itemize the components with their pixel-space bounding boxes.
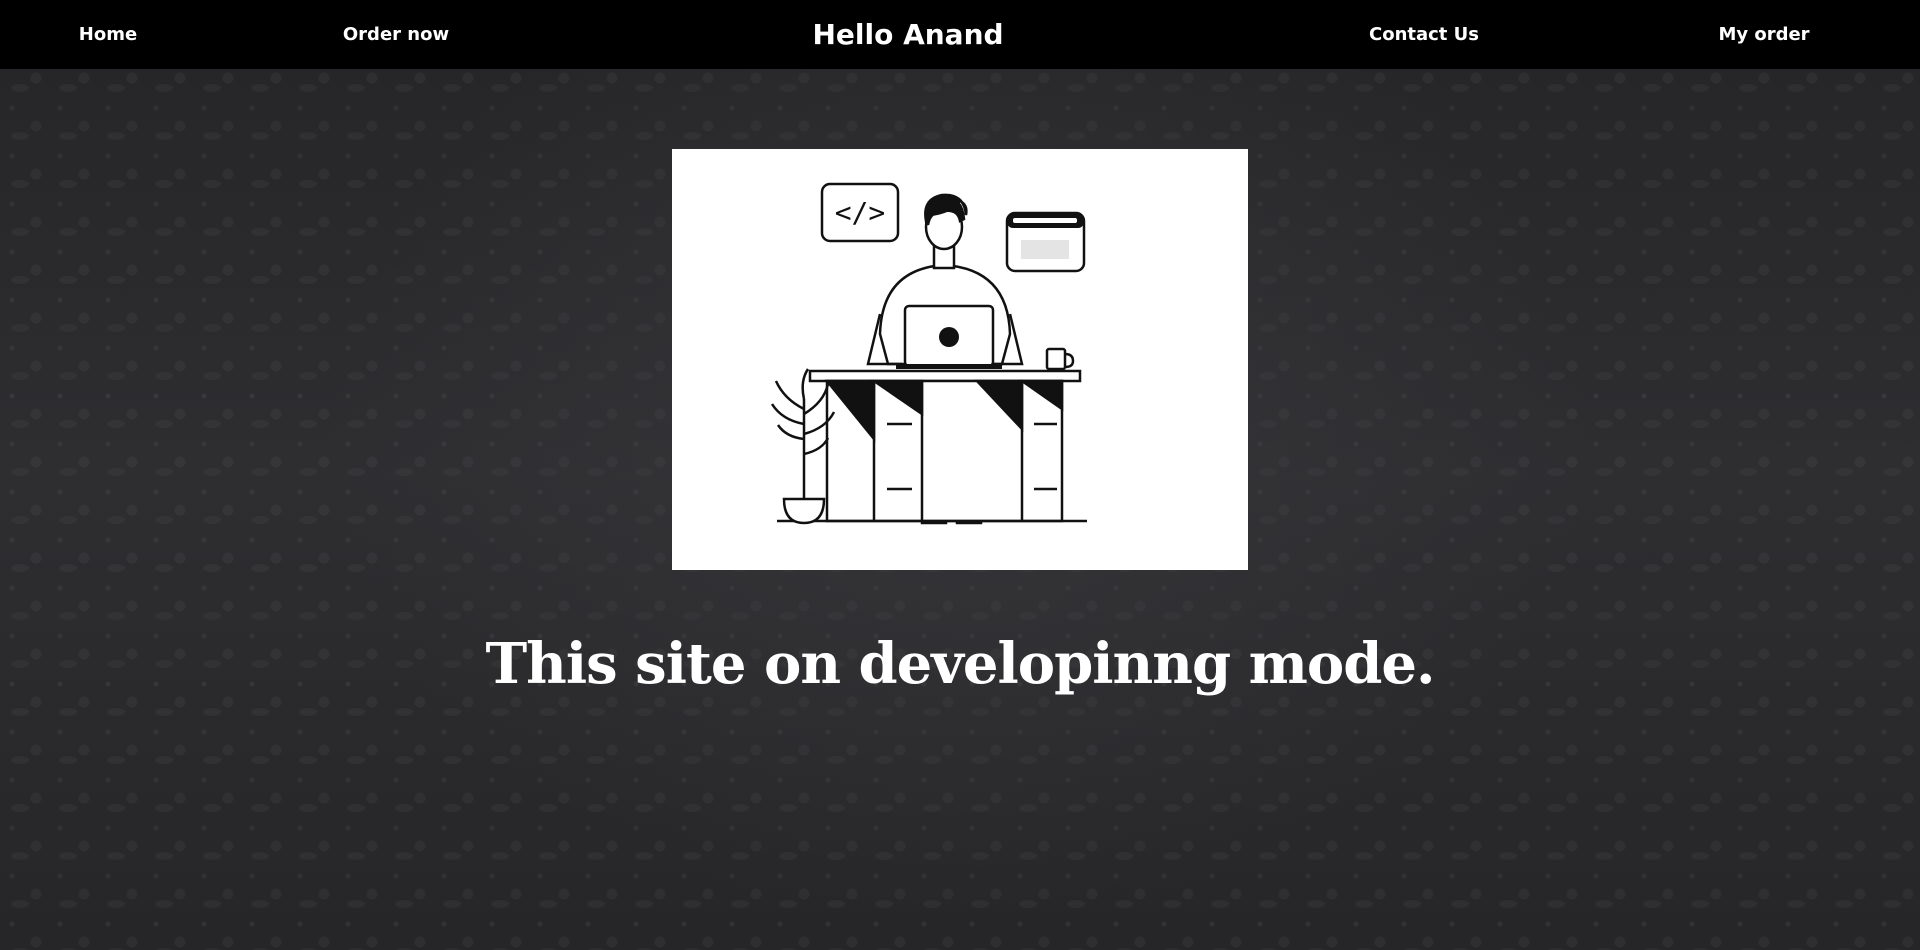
coffee-cup <box>1045 347 1075 371</box>
page-heading: This site on developinng mode. <box>485 630 1435 697</box>
site-title: Hello Anand <box>812 18 1004 51</box>
nav-link-order-now[interactable]: Order now <box>343 0 449 69</box>
browser-window-icon <box>1005 211 1086 273</box>
nav-link-home[interactable]: Home <box>79 0 137 69</box>
top-navbar: Home Order now Hello Anand Contact Us My… <box>0 0 1920 69</box>
nav-link-contact-us[interactable]: Contact Us <box>1369 0 1479 69</box>
nav-link-my-order[interactable]: My order <box>1718 0 1809 69</box>
developer-illustration: </> <box>770 182 1087 525</box>
code-icon: </> <box>820 182 900 243</box>
code-icon-text: </> <box>835 196 886 229</box>
laptop <box>896 304 1002 369</box>
potted-plant <box>770 368 836 525</box>
hero-illustration-card: </> <box>672 149 1248 570</box>
